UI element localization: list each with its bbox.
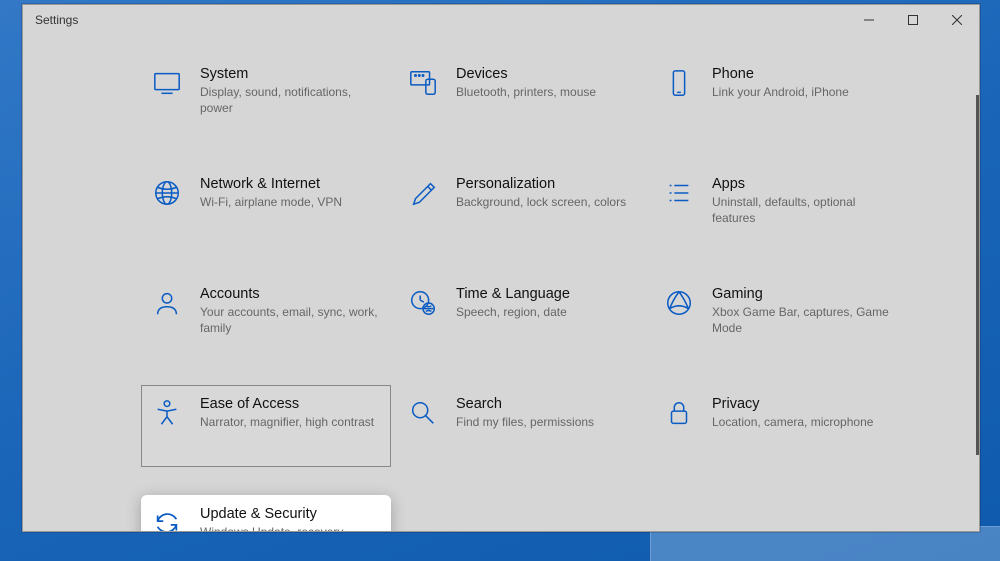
ease-of-access-icon — [152, 398, 182, 428]
tile-privacy[interactable]: Privacy Location, camera, microphone — [653, 385, 903, 467]
close-icon — [952, 15, 962, 25]
tile-accounts[interactable]: Accounts Your accounts, email, sync, wor… — [141, 275, 391, 357]
tile-title: Devices — [456, 66, 638, 82]
gaming-icon — [664, 288, 694, 318]
tile-title: Accounts — [200, 286, 382, 302]
personalization-icon — [408, 178, 438, 208]
maximize-button[interactable] — [891, 5, 935, 35]
tile-desc: Xbox Game Bar, captures, Game Mode — [712, 304, 894, 336]
privacy-icon — [664, 398, 694, 428]
minimize-icon — [864, 15, 874, 25]
tile-personalization[interactable]: Personalization Background, lock screen,… — [397, 165, 647, 247]
tile-text: Privacy Location, camera, microphone — [712, 396, 894, 430]
window-controls — [847, 5, 979, 35]
close-button[interactable] — [935, 5, 979, 35]
minimize-button[interactable] — [847, 5, 891, 35]
tile-text: Apps Uninstall, defaults, optional featu… — [712, 176, 894, 226]
tile-search[interactable]: Search Find my files, permissions — [397, 385, 647, 467]
maximize-icon — [908, 15, 918, 25]
tile-system[interactable]: System Display, sound, notifications, po… — [141, 55, 391, 137]
time-icon — [408, 288, 438, 318]
tile-title: System — [200, 66, 382, 82]
tile-desc: Find my files, permissions — [456, 414, 638, 430]
search-icon — [408, 398, 438, 428]
tile-phone[interactable]: Phone Link your Android, iPhone — [653, 55, 903, 137]
tile-title: Apps — [712, 176, 894, 192]
devices-icon — [408, 68, 438, 98]
accounts-icon — [152, 288, 182, 318]
tile-desc: Display, sound, notifications, power — [200, 84, 382, 116]
tile-devices[interactable]: Devices Bluetooth, printers, mouse — [397, 55, 647, 137]
tile-network[interactable]: Network & Internet Wi-Fi, airplane mode,… — [141, 165, 391, 247]
settings-content: System Display, sound, notifications, po… — [23, 35, 979, 531]
tile-title: Phone — [712, 66, 894, 82]
update-icon — [152, 508, 182, 531]
tile-title: Network & Internet — [200, 176, 382, 192]
tile-update-security[interactable]: Update & Security Windows Update, recove… — [141, 495, 391, 531]
tile-desc: Speech, region, date — [456, 304, 638, 320]
tile-title: Time & Language — [456, 286, 638, 302]
tile-title: Search — [456, 396, 638, 412]
tile-title: Personalization — [456, 176, 638, 192]
titlebar[interactable]: Settings — [23, 5, 979, 35]
tile-desc: Windows Update, recovery, backup — [200, 524, 382, 531]
tile-text: Ease of Access Narrator, magnifier, high… — [200, 396, 382, 430]
tile-text: Update & Security Windows Update, recove… — [200, 506, 382, 531]
tile-desc: Link your Android, iPhone — [712, 84, 894, 100]
tile-text: Gaming Xbox Game Bar, captures, Game Mod… — [712, 286, 894, 336]
tile-text: System Display, sound, notifications, po… — [200, 66, 382, 116]
tile-text: Phone Link your Android, iPhone — [712, 66, 894, 100]
tile-title: Gaming — [712, 286, 894, 302]
settings-grid: System Display, sound, notifications, po… — [141, 55, 939, 531]
tile-title: Privacy — [712, 396, 894, 412]
tile-desc: Wi-Fi, airplane mode, VPN — [200, 194, 382, 210]
tile-title: Update & Security — [200, 506, 382, 522]
system-icon — [152, 68, 182, 98]
settings-window: Settings System Display, sound, notifica… — [22, 4, 980, 532]
tile-desc: Bluetooth, printers, mouse — [456, 84, 638, 100]
tile-desc: Background, lock screen, colors — [456, 194, 638, 210]
apps-icon — [664, 178, 694, 208]
tile-text: Time & Language Speech, region, date — [456, 286, 638, 320]
tile-text: Personalization Background, lock screen,… — [456, 176, 638, 210]
tile-text: Search Find my files, permissions — [456, 396, 638, 430]
tile-desc: Uninstall, defaults, optional features — [712, 194, 894, 226]
tile-apps[interactable]: Apps Uninstall, defaults, optional featu… — [653, 165, 903, 247]
tile-title: Ease of Access — [200, 396, 382, 412]
window-title: Settings — [35, 13, 78, 27]
tile-text: Network & Internet Wi-Fi, airplane mode,… — [200, 176, 382, 210]
tile-desc: Your accounts, email, sync, work, family — [200, 304, 382, 336]
tile-text: Accounts Your accounts, email, sync, wor… — [200, 286, 382, 336]
scrollbar[interactable] — [976, 95, 979, 455]
tile-desc: Location, camera, microphone — [712, 414, 894, 430]
network-icon — [152, 178, 182, 208]
tile-time[interactable]: Time & Language Speech, region, date — [397, 275, 647, 357]
tile-text: Devices Bluetooth, printers, mouse — [456, 66, 638, 100]
tile-ease-of-access[interactable]: Ease of Access Narrator, magnifier, high… — [141, 385, 391, 467]
phone-icon — [664, 68, 694, 98]
tile-gaming[interactable]: Gaming Xbox Game Bar, captures, Game Mod… — [653, 275, 903, 357]
tile-desc: Narrator, magnifier, high contrast — [200, 414, 382, 430]
